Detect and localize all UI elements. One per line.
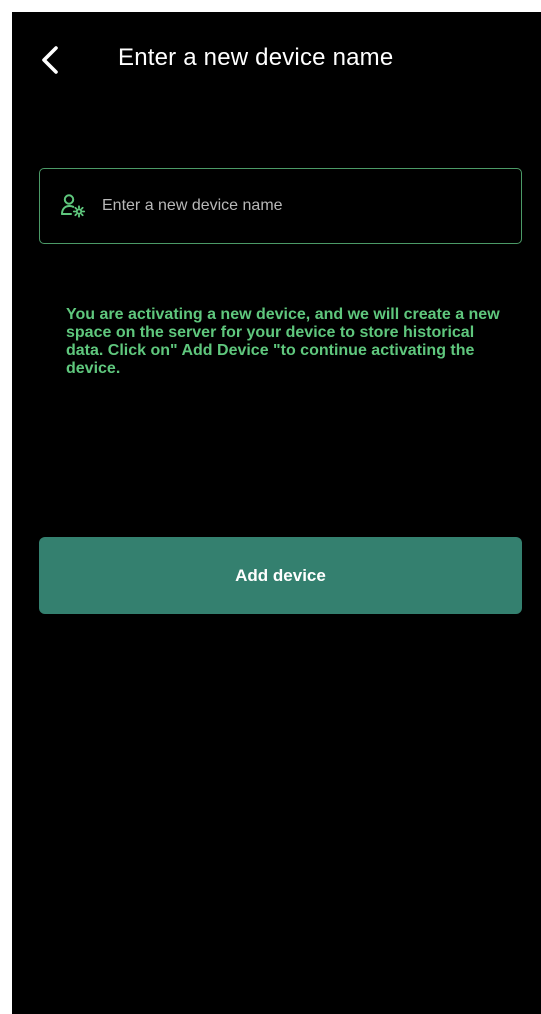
page-title: Enter a new device name: [118, 44, 394, 71]
add-device-button[interactable]: Add device: [39, 537, 522, 614]
device-name-input[interactable]: [102, 186, 521, 226]
activation-info-text: You are activating a new device, and we …: [66, 306, 500, 377]
header: Enter a new device name: [12, 40, 541, 80]
user-gear-icon: [58, 191, 88, 221]
screen: Enter a new device name Enter a new devi…: [12, 12, 541, 1014]
device-name-field[interactable]: [39, 168, 522, 244]
back-button[interactable]: [32, 42, 68, 78]
chevron-left-icon: [42, 46, 58, 74]
